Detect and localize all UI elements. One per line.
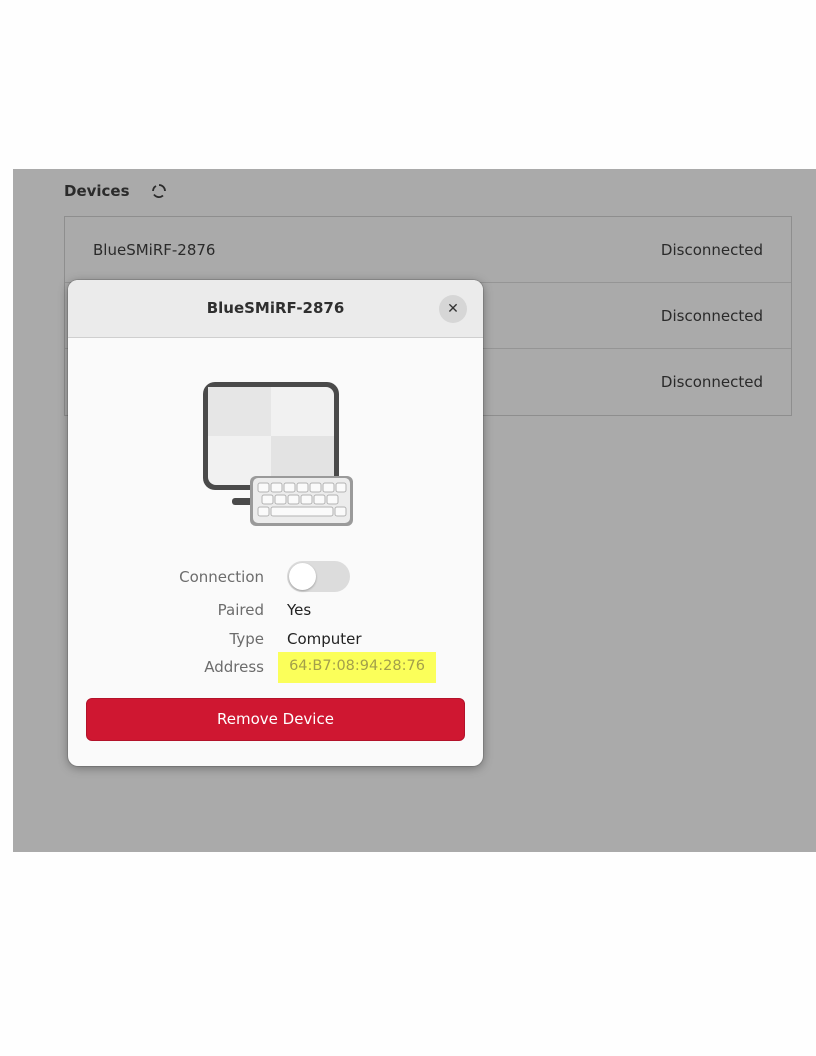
address-label: Address (204, 658, 264, 676)
type-label: Type (229, 630, 264, 648)
device-row[interactable]: BlueSMiRF-2876 Disconnected (65, 217, 791, 283)
refresh-spinner-icon (152, 184, 166, 198)
paired-value: Yes (287, 601, 312, 619)
connection-toggle[interactable] (287, 561, 350, 592)
remove-device-button[interactable]: Remove Device (86, 698, 465, 741)
paired-label: Paired (217, 601, 264, 619)
computer-keyboard-icon (203, 382, 353, 526)
devices-heading: Devices (64, 182, 130, 200)
connection-label: Connection (179, 568, 264, 586)
device-details-dialog: BlueSMiRF-2876 ✕ Connection Paired Yes T… (68, 280, 483, 766)
device-status: Disconnected (660, 241, 763, 259)
device-status: Disconnected (660, 307, 763, 325)
toggle-knob (289, 563, 316, 590)
device-status: Disconnected (660, 373, 763, 391)
device-name: BlueSMiRF-2876 (93, 241, 216, 259)
close-button[interactable]: ✕ (439, 295, 467, 323)
dialog-title: BlueSMiRF-2876 (206, 299, 345, 317)
close-icon: ✕ (447, 301, 459, 317)
address-value: 64:B7:08:94:28:76 (289, 658, 425, 674)
dialog-header: BlueSMiRF-2876 ✕ (68, 280, 483, 338)
type-value: Computer (287, 630, 362, 648)
